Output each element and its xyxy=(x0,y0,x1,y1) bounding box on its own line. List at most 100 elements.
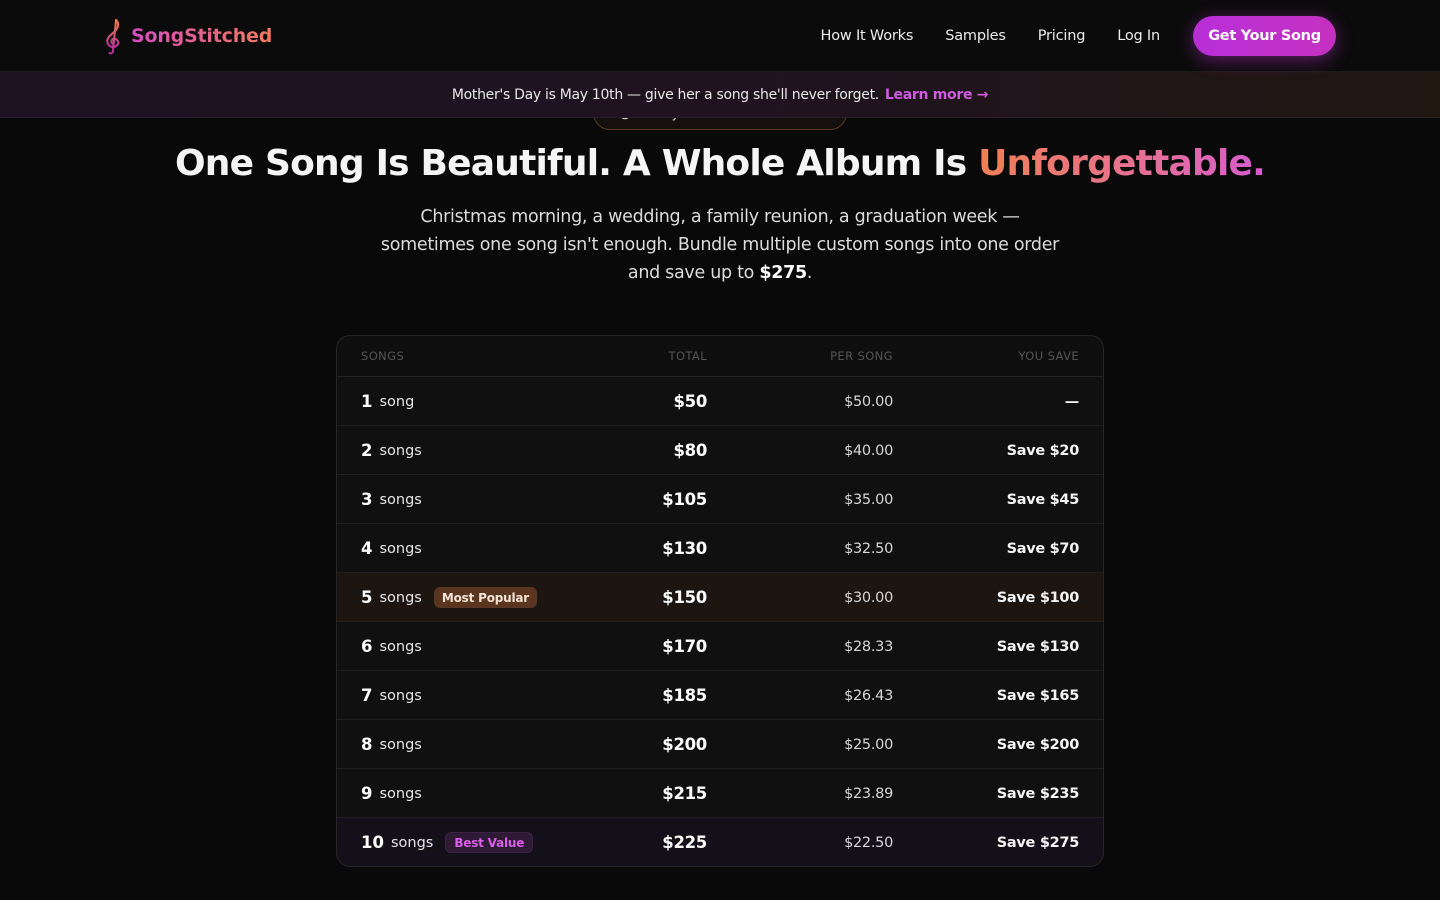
per-song-price: $26.43 xyxy=(844,687,893,704)
per-song-cell: $22.50 xyxy=(844,818,893,866)
promo-text: Mother's Day is May 10th — give her a so… xyxy=(451,86,879,103)
savings-amount: Save $100 xyxy=(996,589,1080,606)
song-count: 7 xyxy=(361,686,373,705)
most-popular-badge: Most Popular xyxy=(433,587,538,608)
songs-cell: 3 songs xyxy=(361,475,422,524)
songs-cell: 5 songs Most Popular xyxy=(361,573,538,622)
per-song-price: $50.00 xyxy=(844,393,893,410)
per-song-price: $40.00 xyxy=(844,442,893,459)
header-total: TOTAL xyxy=(668,349,707,363)
savings-amount: Save $165 xyxy=(996,687,1080,704)
savings-amount: Save $130 xyxy=(996,638,1080,655)
songs-cell: 4 songs xyxy=(361,524,422,573)
promo-banner: Mother's Day is May 10th — give her a so… xyxy=(0,72,1440,118)
total-cell: $130 xyxy=(662,524,707,573)
per-song-price: $25.00 xyxy=(844,736,893,753)
table-row[interactable]: 3 songs $105 $35.00 Save $45 xyxy=(337,475,1103,524)
song-count: 4 xyxy=(361,539,373,558)
total-price: $130 xyxy=(662,539,707,558)
nav-link-how-it-works[interactable]: How It Works xyxy=(821,28,914,44)
table-body: 1 song $50 $50.00 — 2 songs $80 $40.00 S… xyxy=(337,377,1103,866)
table-row[interactable]: 7 songs $185 $26.43 Save $165 xyxy=(337,671,1103,720)
total-cell: $50 xyxy=(673,377,707,426)
total-cell: $105 xyxy=(662,475,707,524)
song-unit: song xyxy=(379,393,415,410)
per-song-cell: $40.00 xyxy=(844,426,893,475)
table-row[interactable]: 6 songs $170 $28.33 Save $130 xyxy=(337,622,1103,671)
per-song-price: $22.50 xyxy=(844,834,893,851)
song-unit: songs xyxy=(379,491,422,508)
per-song-cell: $50.00 xyxy=(844,377,893,426)
brand-logo-link[interactable]: SongStitched xyxy=(103,17,272,55)
song-unit: songs xyxy=(379,785,422,802)
nav-link-log-in[interactable]: Log In xyxy=(1117,28,1160,44)
songs-cell: 6 songs xyxy=(361,622,422,671)
total-cell: $150 xyxy=(662,573,707,622)
subtitle-text: Christmas morning, a wedding, a family r… xyxy=(380,207,1060,283)
total-cell: $185 xyxy=(662,671,707,720)
songs-cell: 2 songs xyxy=(361,426,422,475)
song-unit: songs xyxy=(390,834,434,851)
table-row[interactable]: 2 songs $80 $40.00 Save $20 xyxy=(337,426,1103,475)
promo-learn-more-link[interactable]: Learn more → xyxy=(885,87,989,103)
savings-amount: Save $20 xyxy=(1006,442,1080,459)
header-you-save: YOU SAVE xyxy=(1018,349,1079,363)
per-song-cell: $32.50 xyxy=(844,524,893,573)
nav-link-pricing[interactable]: Pricing xyxy=(1038,28,1086,44)
savings-amount: Save $70 xyxy=(1006,540,1080,557)
table-row[interactable]: 10 songs Best Value $225 $22.50 Save $27… xyxy=(337,818,1103,866)
per-song-price: $28.33 xyxy=(844,638,893,655)
nav-links: How It Works Samples Pricing Log In Get … xyxy=(821,16,1336,56)
total-price: $185 xyxy=(662,686,707,705)
total-price: $225 xyxy=(662,833,707,852)
song-count: 1 xyxy=(361,392,373,411)
table-row[interactable]: 4 songs $130 $32.50 Save $70 xyxy=(337,524,1103,573)
song-count: 3 xyxy=(361,490,373,509)
per-song-cell: $25.00 xyxy=(844,720,893,769)
you-save-cell: Save $235 xyxy=(997,769,1080,818)
table-header: SONGS TOTAL PER SONG YOU SAVE xyxy=(337,336,1103,377)
subtitle-amount: $275 xyxy=(759,263,807,283)
table-row[interactable]: 5 songs Most Popular $150 $30.00 Save $1… xyxy=(337,573,1103,622)
per-song-cell: $30.00 xyxy=(844,573,893,622)
get-your-song-button[interactable]: Get Your Song xyxy=(1193,16,1336,56)
per-song-cell: $35.00 xyxy=(844,475,893,524)
per-song-cell: $23.89 xyxy=(844,769,893,818)
total-cell: $170 xyxy=(662,622,707,671)
total-cell: $200 xyxy=(662,720,707,769)
brand-name: SongStitched xyxy=(131,25,273,47)
nav-link-samples[interactable]: Samples xyxy=(945,28,1006,44)
table-row[interactable]: 9 songs $215 $23.89 Save $235 xyxy=(337,769,1103,818)
per-song-price: $23.89 xyxy=(844,785,893,802)
total-price: $200 xyxy=(662,735,707,754)
you-save-cell: Save $70 xyxy=(1006,524,1080,573)
page-title: One Song Is Beautiful. A Whole Album Is … xyxy=(0,143,1440,184)
song-unit: songs xyxy=(379,736,422,753)
title-main: One Song Is Beautiful. A Whole Album Is xyxy=(175,143,979,184)
song-count: 9 xyxy=(361,784,373,803)
savings-amount: — xyxy=(1064,393,1080,410)
table-row[interactable]: 8 songs $200 $25.00 Save $200 xyxy=(337,720,1103,769)
total-price: $170 xyxy=(662,637,707,656)
per-song-price: $30.00 xyxy=(844,589,893,606)
total-cell: $225 xyxy=(662,818,707,866)
song-unit: songs xyxy=(379,687,422,704)
subtitle-end: . xyxy=(806,263,813,283)
savings-amount: Save $45 xyxy=(1006,491,1080,508)
treble-clef-icon xyxy=(106,18,120,55)
per-song-price: $32.50 xyxy=(844,540,893,557)
you-save-cell: Save $20 xyxy=(1006,426,1080,475)
total-price: $215 xyxy=(662,784,707,803)
total-price: $150 xyxy=(662,588,707,607)
you-save-cell: Save $200 xyxy=(997,720,1080,769)
savings-amount: Save $275 xyxy=(996,834,1080,851)
per-song-price: $35.00 xyxy=(844,491,893,508)
total-cell: $215 xyxy=(662,769,707,818)
you-save-cell: Save $100 xyxy=(996,573,1080,622)
songs-cell: 7 songs xyxy=(361,671,422,720)
hero-subtitle: Christmas morning, a wedding, a family r… xyxy=(380,203,1060,287)
total-cell: $80 xyxy=(673,426,707,475)
table-row[interactable]: 1 song $50 $50.00 — xyxy=(337,377,1103,426)
you-save-cell: Save $165 xyxy=(996,671,1080,720)
song-unit: songs xyxy=(379,442,422,459)
